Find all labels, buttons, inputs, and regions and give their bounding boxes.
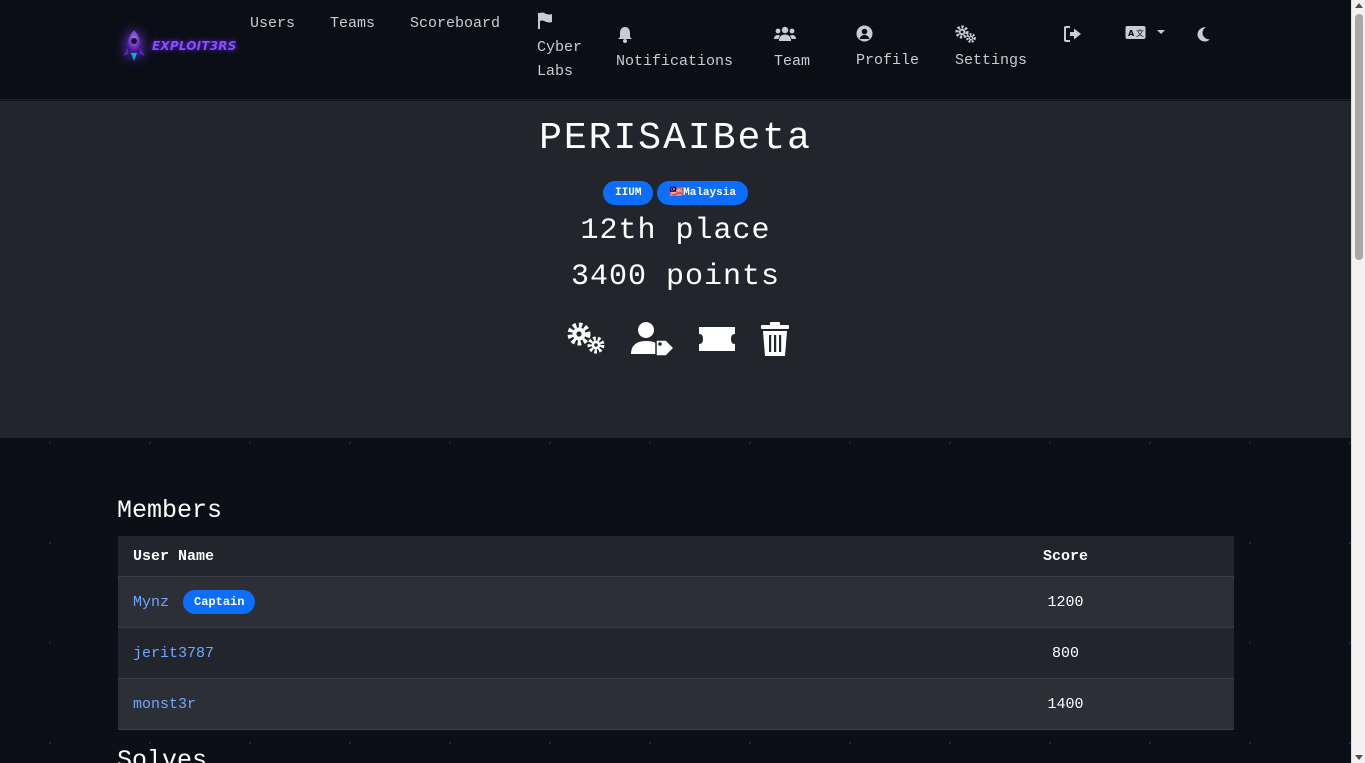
- team-place: 12th place: [580, 214, 771, 248]
- ticket-icon[interactable]: [697, 321, 737, 362]
- table-row: Mynz Captain 1200: [118, 577, 1234, 628]
- nav-notifications-label: Notifications: [616, 53, 734, 70]
- nav-scoreboard[interactable]: Scoreboard: [410, 12, 500, 36]
- country-badge: 🇲🇾Malaysia: [657, 181, 748, 205]
- scroll-up-icon[interactable]: [1355, 3, 1363, 8]
- team-badges: IIUM 🇲🇾Malaysia: [0, 181, 1351, 205]
- nav-profile-label: Profile: [856, 52, 920, 69]
- nav-settings[interactable]: Settings: [955, 22, 1035, 73]
- page-scrollbar[interactable]: [1351, 0, 1365, 763]
- nav-settings-label: Settings: [955, 52, 1028, 69]
- cogs-icon[interactable]: [565, 321, 609, 362]
- trash-icon[interactable]: [759, 321, 791, 362]
- members-title: Members: [117, 496, 223, 525]
- rocket-logo-icon: [120, 28, 148, 64]
- scroll-thumb[interactable]: [1355, 14, 1363, 260]
- nav-notifications[interactable]: Notifications: [616, 22, 746, 74]
- team-points: 3400 points: [570, 260, 781, 294]
- nav-team-label: Team: [774, 53, 811, 70]
- captain-badge: Captain: [183, 590, 256, 614]
- scroll-down-icon[interactable]: [1355, 755, 1363, 760]
- nav-team[interactable]: Team: [774, 22, 818, 74]
- member-score: 1400: [1047, 696, 1084, 713]
- flag-icon: [537, 12, 589, 36]
- nav-teams[interactable]: Teams: [330, 12, 375, 36]
- table-header: User Name Score: [118, 536, 1234, 577]
- brand-name: EXPLOIT3RS: [152, 39, 237, 53]
- sign-out-icon[interactable]: [1064, 26, 1082, 47]
- member-link[interactable]: Mynz: [133, 594, 169, 611]
- member-link[interactable]: jerit3787: [133, 645, 214, 662]
- column-user-name: User Name: [133, 547, 215, 565]
- language-icon: A 文: [1125, 26, 1165, 39]
- solves-title: Solves: [117, 746, 208, 763]
- navbar: EXPLOIT3RS Users Teams Scoreboard Cyber …: [0, 0, 1351, 100]
- member-link[interactable]: monst3r: [133, 696, 196, 713]
- members-table: User Name Score Mynz Captain 1200 jerit3…: [118, 536, 1234, 730]
- nav-cyber-labs[interactable]: Cyber Labs: [537, 12, 589, 84]
- table-row: monst3r 1400: [118, 679, 1234, 730]
- team-admin-actions: [0, 321, 1351, 362]
- affiliation-badge: IIUM: [603, 181, 654, 205]
- user-circle-icon: [856, 25, 926, 49]
- nav-profile[interactable]: Profile: [856, 22, 926, 73]
- member-score: 1200: [1047, 594, 1084, 611]
- member-score: 800: [1051, 645, 1079, 662]
- brand-logo[interactable]: EXPLOIT3RS: [120, 26, 236, 66]
- svg-text:文: 文: [1136, 28, 1144, 38]
- nav-users[interactable]: Users: [250, 12, 295, 36]
- user-tag-icon[interactable]: [630, 321, 675, 362]
- users-icon: [774, 26, 818, 50]
- moon-icon[interactable]: [1196, 26, 1211, 47]
- team-header: PERISAIBeta IIUM 🇲🇾Malaysia 12th place 3…: [0, 101, 1351, 438]
- cogs-icon: [955, 25, 1035, 49]
- bell-icon: [616, 26, 746, 50]
- nav-cyber-labs-label: Cyber Labs: [537, 39, 583, 80]
- team-name: PERISAIBeta: [539, 117, 812, 160]
- column-score: Score: [1042, 548, 1088, 565]
- language-dropdown[interactable]: A 文: [1125, 25, 1167, 46]
- table-row: jerit3787 800: [118, 628, 1234, 679]
- svg-text:A: A: [1128, 29, 1135, 38]
